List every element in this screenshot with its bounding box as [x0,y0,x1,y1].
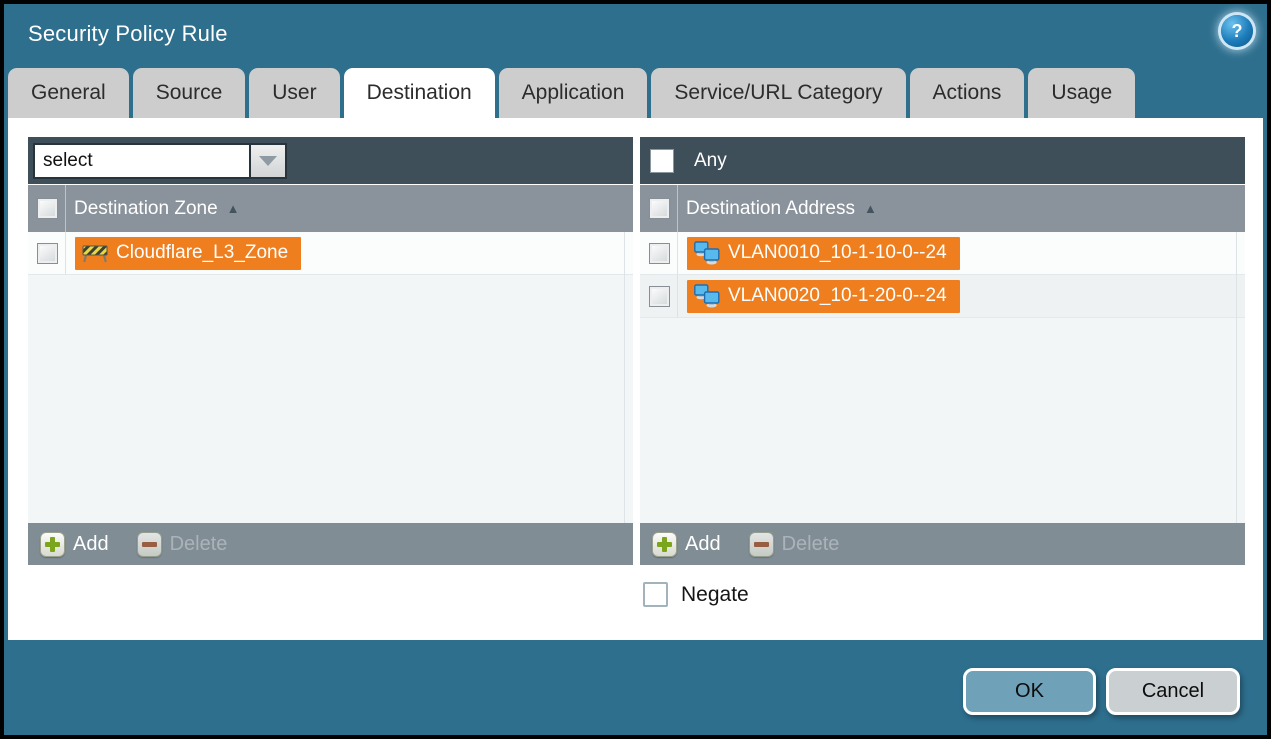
zone-chip-label: Cloudflare_L3_Zone [116,242,288,264]
address-add-button[interactable]: Add [652,532,721,557]
zone-toolbar: Add Delete [28,523,633,565]
zone-column-header-label[interactable]: Destination Zone ▲ [74,198,240,220]
sort-ascending-icon: ▲ [864,202,877,215]
zone-add-label: Add [73,533,109,556]
tab-general[interactable]: General [8,68,129,118]
address-select-all-checkbox[interactable] [649,198,670,219]
negate-label: Negate [681,583,749,607]
sort-ascending-icon: ▲ [227,202,240,215]
tab-application[interactable]: Application [499,68,648,118]
zone-column-header: Destination Zone ▲ [28,184,633,232]
address-add-label: Add [685,533,721,556]
plus-icon [652,532,677,557]
tab-bar: General Source User Destination Applicat… [8,68,1135,118]
address-list: VLAN0010_10-1-10-0--24 [640,232,1245,523]
cancel-button[interactable]: Cancel [1106,668,1240,715]
any-label: Any [694,150,727,172]
plus-icon [40,532,65,557]
minus-icon [137,532,162,557]
help-icon[interactable]: ? [1221,15,1253,47]
address-delete-label: Delete [782,533,840,556]
zone-row: Cloudflare_L3_Zone [28,232,633,275]
address-row: VLAN0010_10-1-10-0--24 [640,232,1245,275]
address-delete-button[interactable]: Delete [749,532,840,557]
zone-delete-label: Delete [170,533,228,556]
address-row: VLAN0020_10-1-20-0--24 [640,275,1245,318]
tab-source[interactable]: Source [133,68,246,118]
dialog-title: Security Policy Rule [28,21,228,47]
negate-row: Negate [643,582,749,607]
destination-zone-panel: Destination Zone ▲ [28,137,633,565]
zone-select-input[interactable] [33,143,249,179]
dropdown-arrow-icon [259,156,277,166]
zone-chip[interactable]: Cloudflare_L3_Zone [75,237,301,270]
network-address-icon [694,284,720,308]
tab-usage[interactable]: Usage [1028,68,1135,118]
address-panel-header-bar: Any [640,137,1245,184]
tab-actions[interactable]: Actions [910,68,1025,118]
destination-address-panel: Any Destination Address ▲ [640,137,1245,565]
address-chip[interactable]: VLAN0020_10-1-20-0--24 [687,280,960,313]
address-row-checkbox-cell [640,275,678,317]
address-select-all-cell [640,185,678,232]
zone-barricade-icon [82,242,108,264]
zone-panel-header-bar [28,137,633,184]
negate-checkbox[interactable] [643,582,668,607]
tab-service-url-category[interactable]: Service/URL Category [651,68,905,118]
zone-row-checkbox[interactable] [37,243,58,264]
zone-delete-button[interactable]: Delete [137,532,228,557]
address-chip-label: VLAN0010_10-1-10-0--24 [728,242,947,264]
zone-list: Cloudflare_L3_Zone [28,232,633,523]
address-row-checkbox[interactable] [649,286,670,307]
address-column-header-label[interactable]: Destination Address ▲ [686,198,877,220]
address-column-title: Destination Address [686,198,855,220]
zone-column-title: Destination Zone [74,198,218,220]
tab-destination[interactable]: Destination [344,68,495,118]
any-checkbox[interactable] [650,149,674,173]
destination-tab-content: Destination Zone ▲ [8,118,1263,640]
zone-row-checkbox-cell [28,232,66,274]
tab-user[interactable]: User [249,68,339,118]
network-address-icon [694,241,720,265]
zone-add-button[interactable]: Add [40,532,109,557]
any-row: Any [640,149,727,173]
zone-select-all-cell [28,185,66,232]
address-column-header: Destination Address ▲ [640,184,1245,232]
address-row-checkbox-cell [640,232,678,274]
ok-button[interactable]: OK [963,668,1096,715]
address-toolbar: Add Delete [640,523,1245,565]
address-row-checkbox[interactable] [649,243,670,264]
security-policy-rule-dialog: Security Policy Rule ? General Source Us… [0,0,1271,739]
zone-select-combo [33,143,287,179]
zone-select-dropdown-button[interactable] [249,143,287,179]
minus-icon [749,532,774,557]
zone-select-all-checkbox[interactable] [37,198,58,219]
address-chip[interactable]: VLAN0010_10-1-10-0--24 [687,237,960,270]
help-glyph: ? [1232,21,1243,42]
address-chip-label: VLAN0020_10-1-20-0--24 [728,285,947,307]
